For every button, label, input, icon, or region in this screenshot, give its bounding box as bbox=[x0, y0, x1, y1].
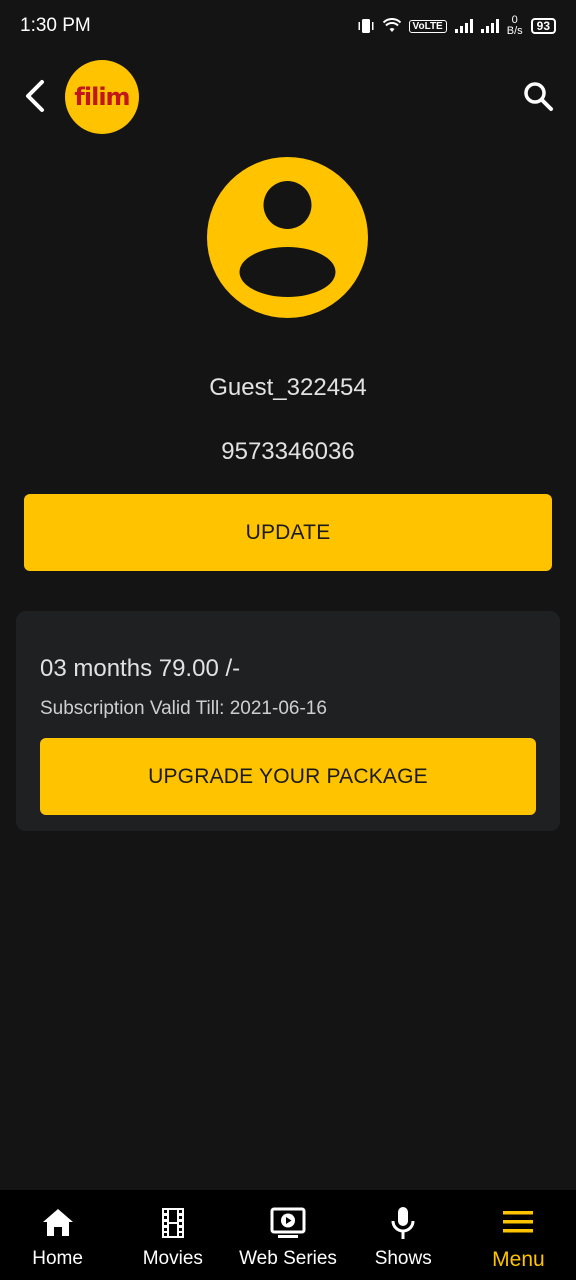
username: Guest_322454 bbox=[209, 374, 367, 401]
subscription-plan: 03 months 79.00 /- bbox=[40, 655, 241, 682]
user-icon bbox=[239, 181, 336, 297]
status-time: 1:30 PM bbox=[20, 15, 91, 36]
app-logo: filim bbox=[65, 60, 139, 134]
search-button[interactable] bbox=[518, 76, 558, 116]
subscription-card: 03 months 79.00 /- Subscription Valid Ti… bbox=[16, 611, 560, 831]
volte-badge: VoLTE bbox=[408, 19, 447, 33]
nav-label-home: Home bbox=[32, 1248, 83, 1269]
avatar bbox=[207, 157, 368, 318]
upgrade-package-button[interactable]: UPGRADE YOUR PACKAGE bbox=[40, 738, 536, 815]
microphone-icon bbox=[391, 1207, 415, 1239]
status-icons: VoLTE 0 B/s 93 bbox=[357, 15, 556, 37]
nav-item-movies[interactable]: Movies bbox=[115, 1190, 230, 1280]
tv-play-icon bbox=[270, 1207, 306, 1238]
nav-label-web-series: Web Series bbox=[239, 1248, 337, 1269]
logo-text: filim bbox=[74, 83, 130, 111]
nav-item-shows[interactable]: Shows bbox=[346, 1190, 461, 1280]
signal-icon bbox=[454, 19, 473, 33]
bottom-nav: Home Movies Web Series Shows Menu bbox=[0, 1190, 576, 1280]
nav-label-shows: Shows bbox=[374, 1248, 432, 1269]
back-button[interactable] bbox=[20, 76, 52, 116]
battery-indicator: 93 bbox=[530, 18, 556, 34]
profile-screen: 1:30 PM VoLTE 0 B/s 93 filim Guest_32245… bbox=[0, 0, 576, 1280]
menu-icon bbox=[503, 1211, 534, 1233]
status-bar: 1:30 PM VoLTE 0 B/s 93 bbox=[0, 0, 576, 52]
update-button[interactable]: UPDATE bbox=[24, 494, 552, 571]
signal-icon-2 bbox=[480, 19, 499, 33]
phone-number: 9573346036 bbox=[221, 438, 355, 465]
chevron-left-icon bbox=[26, 80, 44, 112]
app-header: filim bbox=[0, 58, 576, 134]
subscription-valid-till: Subscription Valid Till: 2021-06-16 bbox=[40, 698, 327, 719]
film-icon bbox=[161, 1208, 184, 1238]
home-icon bbox=[42, 1209, 73, 1236]
nav-label-movies: Movies bbox=[142, 1248, 203, 1269]
vibrate-icon bbox=[358, 19, 374, 33]
net-speed: 0 B/s bbox=[506, 14, 523, 37]
nav-item-menu[interactable]: Menu bbox=[461, 1190, 576, 1280]
wifi-icon bbox=[382, 18, 401, 32]
nav-label-menu: Menu bbox=[492, 1248, 545, 1271]
nav-item-home[interactable]: Home bbox=[0, 1190, 115, 1280]
nav-item-web-series[interactable]: Web Series bbox=[230, 1190, 345, 1280]
search-icon bbox=[524, 82, 553, 111]
